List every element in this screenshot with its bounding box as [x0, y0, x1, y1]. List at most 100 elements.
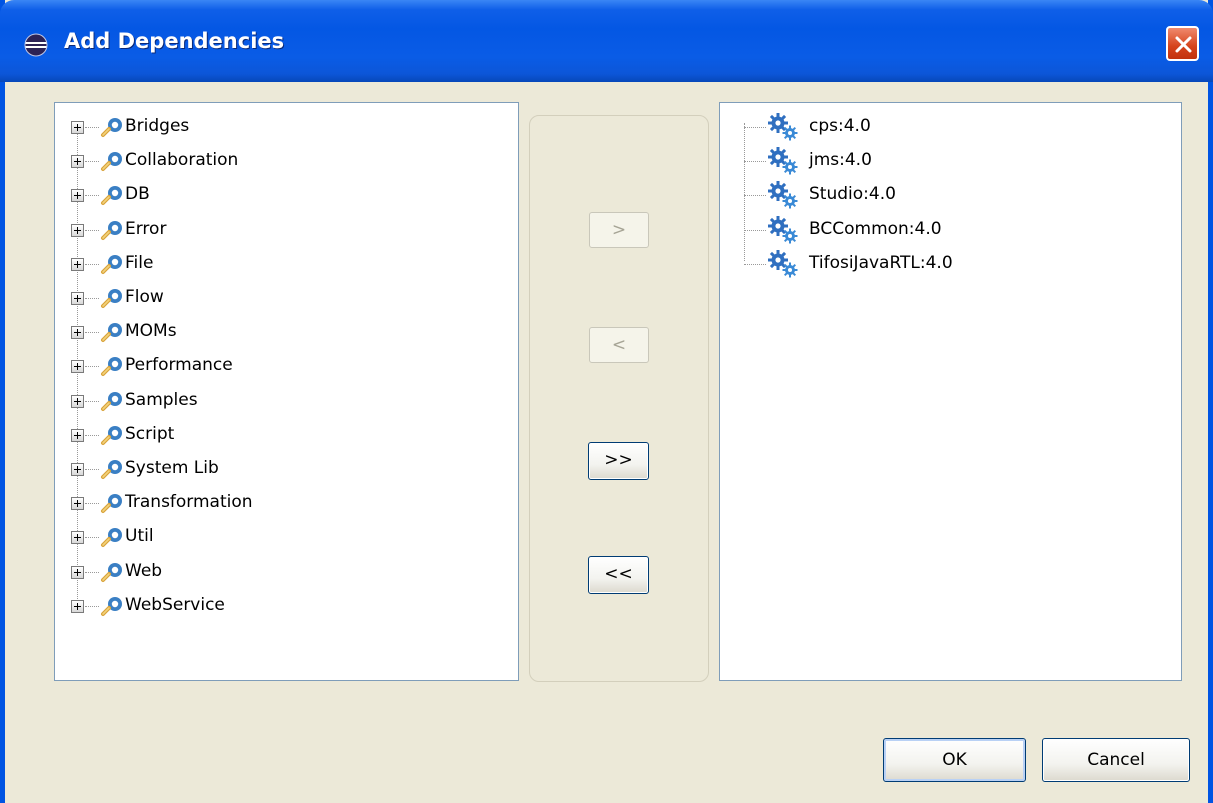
cancel-button[interactable]: Cancel [1042, 738, 1190, 782]
dependency-label: BCCommon:4.0 [809, 218, 942, 239]
tree-connector [85, 469, 99, 470]
tree-item[interactable]: Bridges [55, 110, 495, 144]
eclipse-icon [24, 33, 48, 57]
package-icon [101, 186, 122, 206]
tree-item[interactable]: Samples [55, 384, 495, 418]
ok-button[interactable]: OK [883, 738, 1026, 782]
dependency-item[interactable]: Studio:4.0 [720, 178, 1160, 212]
remove-all-button[interactable]: << [588, 556, 649, 594]
expand-icon[interactable] [71, 565, 84, 579]
expand-icon[interactable] [71, 292, 84, 305]
package-icon [101, 323, 122, 343]
expand-icon[interactable] [71, 599, 84, 613]
tree-connector [744, 229, 766, 231]
package-icon [101, 289, 122, 308]
expand-icon[interactable] [71, 531, 84, 545]
expand-icon[interactable] [71, 121, 84, 134]
tree-item-label: Samples [125, 389, 198, 410]
expand-icon[interactable] [71, 394, 84, 408]
package-icon [101, 152, 122, 172]
dependency-label: jms:4.0 [809, 150, 872, 171]
tree-connector [85, 434, 99, 436]
expand-icon[interactable] [71, 257, 84, 271]
tree-connector [85, 537, 99, 539]
tree-connector [85, 263, 99, 265]
expand-icon[interactable] [71, 326, 84, 340]
tree-item[interactable]: Util [55, 520, 495, 554]
tree-connector [744, 127, 766, 128]
expand-icon[interactable] [71, 223, 84, 237]
available-libraries-tree[interactable]: Bridges Collaboration DB Error File Flow MOMs P… [54, 102, 519, 681]
tree-item-label: File [125, 252, 154, 273]
package-icon [101, 596, 122, 616]
dependency-label: cps:4.0 [809, 116, 871, 136]
tree-item-label: WebService [125, 594, 225, 615]
title-bar[interactable]: Add Dependencies [0, 0, 1213, 82]
close-button[interactable] [1166, 26, 1199, 61]
gear-icon [768, 215, 798, 244]
tree-connector [744, 161, 766, 163]
tree-item-label: Flow [125, 287, 164, 307]
expand-icon[interactable] [71, 463, 84, 476]
tree-item[interactable]: Transformation [55, 486, 495, 520]
dependency-item[interactable]: TifosiJavaRTL:4.0 [720, 247, 1160, 281]
tree-item[interactable]: Web [55, 555, 495, 589]
tree-item[interactable]: MOMs [55, 315, 495, 349]
expand-icon[interactable] [71, 360, 84, 374]
close-icon [1175, 36, 1192, 53]
tree-item[interactable]: Performance [55, 349, 495, 383]
tree-item[interactable]: Collaboration [55, 144, 495, 178]
tree-item-label: Web [125, 560, 163, 581]
dependency-item[interactable]: BCCommon:4.0 [720, 213, 1160, 247]
package-icon [101, 391, 122, 411]
dependency-item[interactable]: jms:4.0 [720, 144, 1160, 178]
tree-item[interactable]: Flow [55, 281, 495, 315]
tree-item-label: MOMs [125, 321, 177, 342]
package-icon [101, 528, 122, 548]
tree-connector [85, 366, 99, 368]
tree-item-label: System Lib [125, 458, 219, 478]
package-icon [101, 425, 122, 445]
tree-item[interactable]: WebService [55, 589, 495, 623]
add-all-button[interactable]: >> [588, 442, 649, 480]
tree-item-label: DB [125, 184, 150, 205]
gear-icon [768, 181, 798, 209]
tree-connector [744, 195, 766, 197]
add-dependencies-dialog: Add Dependencies Bridges Collaboration DB E… [0, 0, 1213, 803]
gear-icon [768, 113, 798, 141]
tree-item[interactable]: File [55, 247, 495, 281]
expand-icon[interactable] [71, 155, 84, 169]
dependency-label: TifosiJavaRTL:4.0 [809, 252, 953, 273]
tree-connector [85, 400, 99, 402]
tree-item[interactable]: Script [55, 418, 495, 452]
tree-item-label: Script [125, 423, 175, 444]
package-icon [101, 220, 122, 240]
tree-connector [85, 332, 99, 334]
transfer-button-group [529, 115, 709, 682]
package-icon [101, 494, 122, 514]
expand-icon[interactable] [71, 428, 84, 442]
tree-item[interactable]: Error [55, 213, 495, 247]
add-selected-button[interactable]: > [589, 212, 649, 248]
tree-item[interactable]: System Lib [55, 452, 495, 486]
tree-connector [85, 195, 99, 197]
package-icon [101, 357, 122, 377]
tree-item-label: Transformation [125, 492, 253, 513]
tree-item-label: Error [125, 218, 167, 239]
remove-selected-button[interactable]: < [589, 327, 649, 363]
package-icon [101, 254, 122, 274]
package-icon [101, 562, 122, 582]
dependency-item[interactable]: cps:4.0 [720, 110, 1160, 144]
package-icon [101, 118, 122, 137]
dependency-label: Studio:4.0 [809, 184, 896, 205]
tree-connector [85, 503, 99, 505]
expand-icon[interactable] [71, 189, 84, 203]
tree-connector [85, 298, 99, 299]
tree-item[interactable]: DB [55, 178, 495, 212]
gear-icon [768, 147, 798, 175]
tree-connector [85, 571, 99, 573]
gear-icon [768, 249, 798, 278]
selected-dependencies-tree[interactable]: cps:4.0 jms:4.0 Studio:4.0 BCCommon:4.0 Tifo… [719, 102, 1182, 681]
expand-icon[interactable] [71, 497, 84, 511]
tree-item-label: Bridges [125, 116, 190, 136]
